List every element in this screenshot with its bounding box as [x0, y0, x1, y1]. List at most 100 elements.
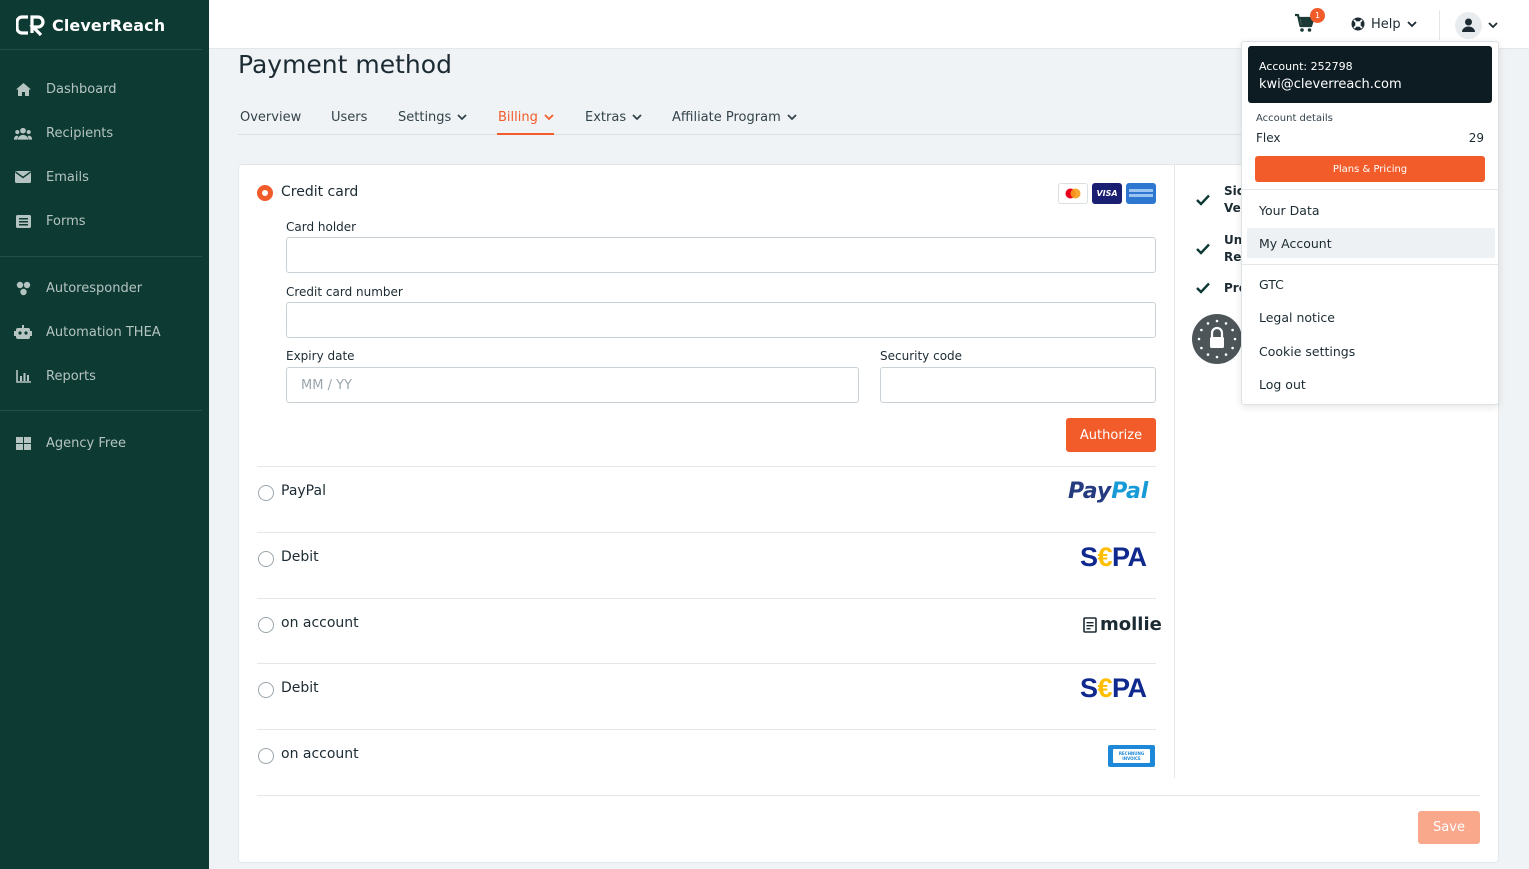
- account-details-label: Account details: [1256, 113, 1333, 124]
- tab-users[interactable]: Users: [331, 108, 367, 126]
- chevron-down-icon: [787, 113, 797, 120]
- divider: [257, 729, 1156, 730]
- chevron-down-icon: [1488, 21, 1498, 28]
- radio-debit[interactable]: [258, 551, 274, 567]
- card-holder-input[interactable]: [286, 237, 1156, 273]
- form-icon: [14, 213, 32, 229]
- cart-count-badge: 1: [1310, 8, 1325, 23]
- tab-overview[interactable]: Overview: [240, 108, 301, 126]
- sidebar-item-label: Dashboard: [46, 81, 117, 97]
- sidebar-item-agency-free[interactable]: Agency Free: [0, 427, 209, 459]
- mollie-logo-text: mollie: [1100, 614, 1162, 635]
- sepa-logo-eur: €: [1097, 542, 1113, 572]
- radio-paypal[interactable]: [258, 485, 274, 501]
- sidebar-item-forms[interactable]: Forms: [0, 205, 209, 237]
- sepa-logo-s: S: [1080, 542, 1098, 572]
- column-divider: [1174, 165, 1175, 778]
- plan-name: Flex: [1256, 131, 1281, 145]
- authorize-button[interactable]: Authorize: [1066, 418, 1156, 452]
- visa-icon: VISA: [1092, 183, 1122, 204]
- radio-debit[interactable]: [258, 682, 274, 698]
- radio-credit-card[interactable]: [257, 185, 273, 201]
- sidebar-item-label: Automation THEA: [46, 324, 161, 340]
- divider: [257, 598, 1156, 599]
- menu-item-legal-notice[interactable]: Legal notice: [1247, 302, 1495, 332]
- sepa-logo: S€PA: [1080, 673, 1147, 704]
- sidebar-item-label: Emails: [46, 169, 89, 185]
- option-label-paypal: PayPal: [281, 483, 326, 499]
- radio-on-account[interactable]: [258, 748, 274, 764]
- menu-item-log-out[interactable]: Log out: [1247, 369, 1495, 399]
- account-menu-button[interactable]: [1455, 11, 1498, 39]
- brand-name: CleverReach: [52, 15, 166, 35]
- sidebar-item-label: Reports: [46, 368, 96, 384]
- tab-settings[interactable]: Settings: [398, 108, 467, 126]
- divider: [257, 466, 1156, 467]
- divider: [257, 663, 1156, 664]
- chevron-down-icon: [544, 113, 554, 120]
- option-label-debit: Debit: [281, 549, 319, 565]
- menu-item-cookie-settings[interactable]: Cookie settings: [1247, 336, 1495, 366]
- tab-affiliate-program[interactable]: Affiliate Program: [672, 108, 797, 126]
- sidebar-item-autoresponder[interactable]: Autoresponder: [0, 272, 209, 304]
- divider: [257, 532, 1156, 533]
- expiry-date-input[interactable]: MM / YY: [286, 367, 859, 403]
- tab-bar: Overview Users Settings Billing Extras A…: [238, 100, 1288, 135]
- tab-label: Extras: [585, 109, 627, 125]
- sidebar-item-emails[interactable]: Emails: [0, 161, 209, 193]
- menu-item-my-account[interactable]: My Account: [1247, 228, 1495, 258]
- radio-on-account[interactable]: [258, 617, 274, 633]
- tab-label: Users: [331, 109, 368, 125]
- brand-logo[interactable]: CleverReach: [16, 13, 165, 37]
- tab-label: Affiliate Program: [672, 109, 781, 125]
- account-dropdown-menu: Account: 252798 kwi@cleverreach.com Acco…: [1241, 41, 1499, 405]
- amex-icon: [1126, 183, 1156, 204]
- sidebar-divider: [0, 256, 202, 257]
- paypal-logo: PayPal: [1068, 479, 1148, 504]
- mollie-logo: mollie: [1083, 614, 1162, 635]
- footer-divider: [257, 795, 1480, 796]
- sidebar-item-automation-thea[interactable]: Automation THEA: [0, 316, 209, 348]
- check-icon: [1196, 194, 1210, 206]
- sepa-logo: S€PA: [1080, 542, 1147, 573]
- sidebar-item-dashboard[interactable]: Dashboard: [0, 73, 209, 105]
- sidebar-divider: [0, 410, 202, 411]
- account-info-box: Account: 252798 kwi@cleverreach.com: [1248, 46, 1492, 103]
- sepa-logo-pa: PA: [1112, 542, 1147, 572]
- plans-pricing-button[interactable]: Plans & Pricing: [1255, 156, 1485, 182]
- sidebar: CleverReach Dashboard Recipients Emails …: [0, 0, 209, 869]
- menu-item-gtc[interactable]: GTC: [1247, 269, 1495, 299]
- security-code-input[interactable]: [880, 367, 1156, 403]
- option-label-debit: Debit: [281, 680, 319, 696]
- chevron-down-icon: [457, 113, 467, 120]
- save-button[interactable]: Save: [1418, 811, 1480, 844]
- tab-billing[interactable]: Billing: [498, 108, 554, 126]
- help-menu-button[interactable]: Help: [1351, 14, 1417, 34]
- menu-item-your-data[interactable]: Your Data: [1247, 195, 1495, 225]
- sidebar-item-label: Autoresponder: [46, 280, 143, 296]
- robot-icon: [14, 324, 32, 340]
- tab-label: Settings: [398, 109, 452, 125]
- help-label: Help: [1371, 16, 1401, 32]
- check-icon: [1196, 282, 1210, 294]
- card-number-input[interactable]: [286, 302, 1156, 338]
- security-code-label: Security code: [880, 349, 963, 363]
- menu-divider: [1242, 189, 1498, 190]
- sidebar-item-label: Recipients: [46, 125, 114, 141]
- eu-security-seal-icon: [1192, 314, 1242, 364]
- sidebar-item-reports[interactable]: Reports: [0, 360, 209, 392]
- card-holder-label: Card holder: [286, 220, 357, 234]
- home-icon: [14, 81, 32, 97]
- invoice-logo-line2: INVOICE: [1122, 756, 1141, 761]
- menu-divider: [1242, 264, 1498, 265]
- user-icon: [1462, 18, 1475, 32]
- chart-icon: [14, 368, 32, 384]
- sepa-logo-s: S: [1080, 673, 1098, 703]
- tab-label: Overview: [240, 109, 302, 125]
- cart-button[interactable]: 1: [1294, 8, 1325, 39]
- sidebar-item-label: Agency Free: [46, 435, 126, 451]
- tab-extras[interactable]: Extras: [585, 108, 642, 126]
- account-email: kwi@cleverreach.com: [1259, 77, 1402, 92]
- sidebar-item-recipients[interactable]: Recipients: [0, 117, 209, 149]
- option-label-credit-card: Credit card: [281, 184, 359, 200]
